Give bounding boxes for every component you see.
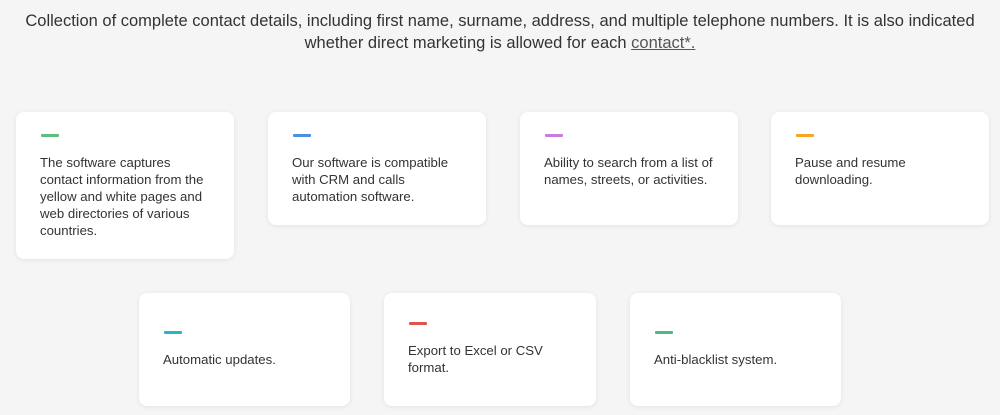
feature-card-pause: Pause and resume downloading. [771,112,989,225]
feature-text: Ability to search from a list of names, … [544,155,713,187]
accent-bar [41,134,59,137]
accent-bar [409,322,427,325]
feature-text: Our software is compatible with CRM and … [292,155,449,204]
feature-text: Export to Excel or CSV format. [408,343,543,375]
accent-bar [655,331,673,334]
intro-paragraph: Collection of complete contact details, … [10,10,990,54]
feature-text: Anti-blacklist system. [654,352,778,367]
contact-link[interactable]: contact*. [631,34,695,52]
accent-bar [796,134,814,137]
accent-bar [164,331,182,334]
accent-bar [293,134,311,137]
feature-card-export: Export to Excel or CSV format. [384,293,596,406]
feature-text: Automatic updates. [163,352,276,367]
feature-card-capture: The software captures contact informatio… [16,112,234,259]
feature-text: Pause and resume downloading. [795,155,906,187]
feature-text: The software captures contact informatio… [40,155,204,238]
feature-card-antiblacklist: Anti-blacklist system. [630,293,841,406]
feature-card-search: Ability to search from a list of names, … [520,112,738,225]
features-section: Collection of complete contact details, … [0,0,1000,415]
intro-text: Collection of complete contact details, … [25,12,975,52]
feature-card-crm: Our software is compatible with CRM and … [268,112,486,225]
feature-card-updates: Automatic updates. [139,293,350,406]
accent-bar [545,134,563,137]
